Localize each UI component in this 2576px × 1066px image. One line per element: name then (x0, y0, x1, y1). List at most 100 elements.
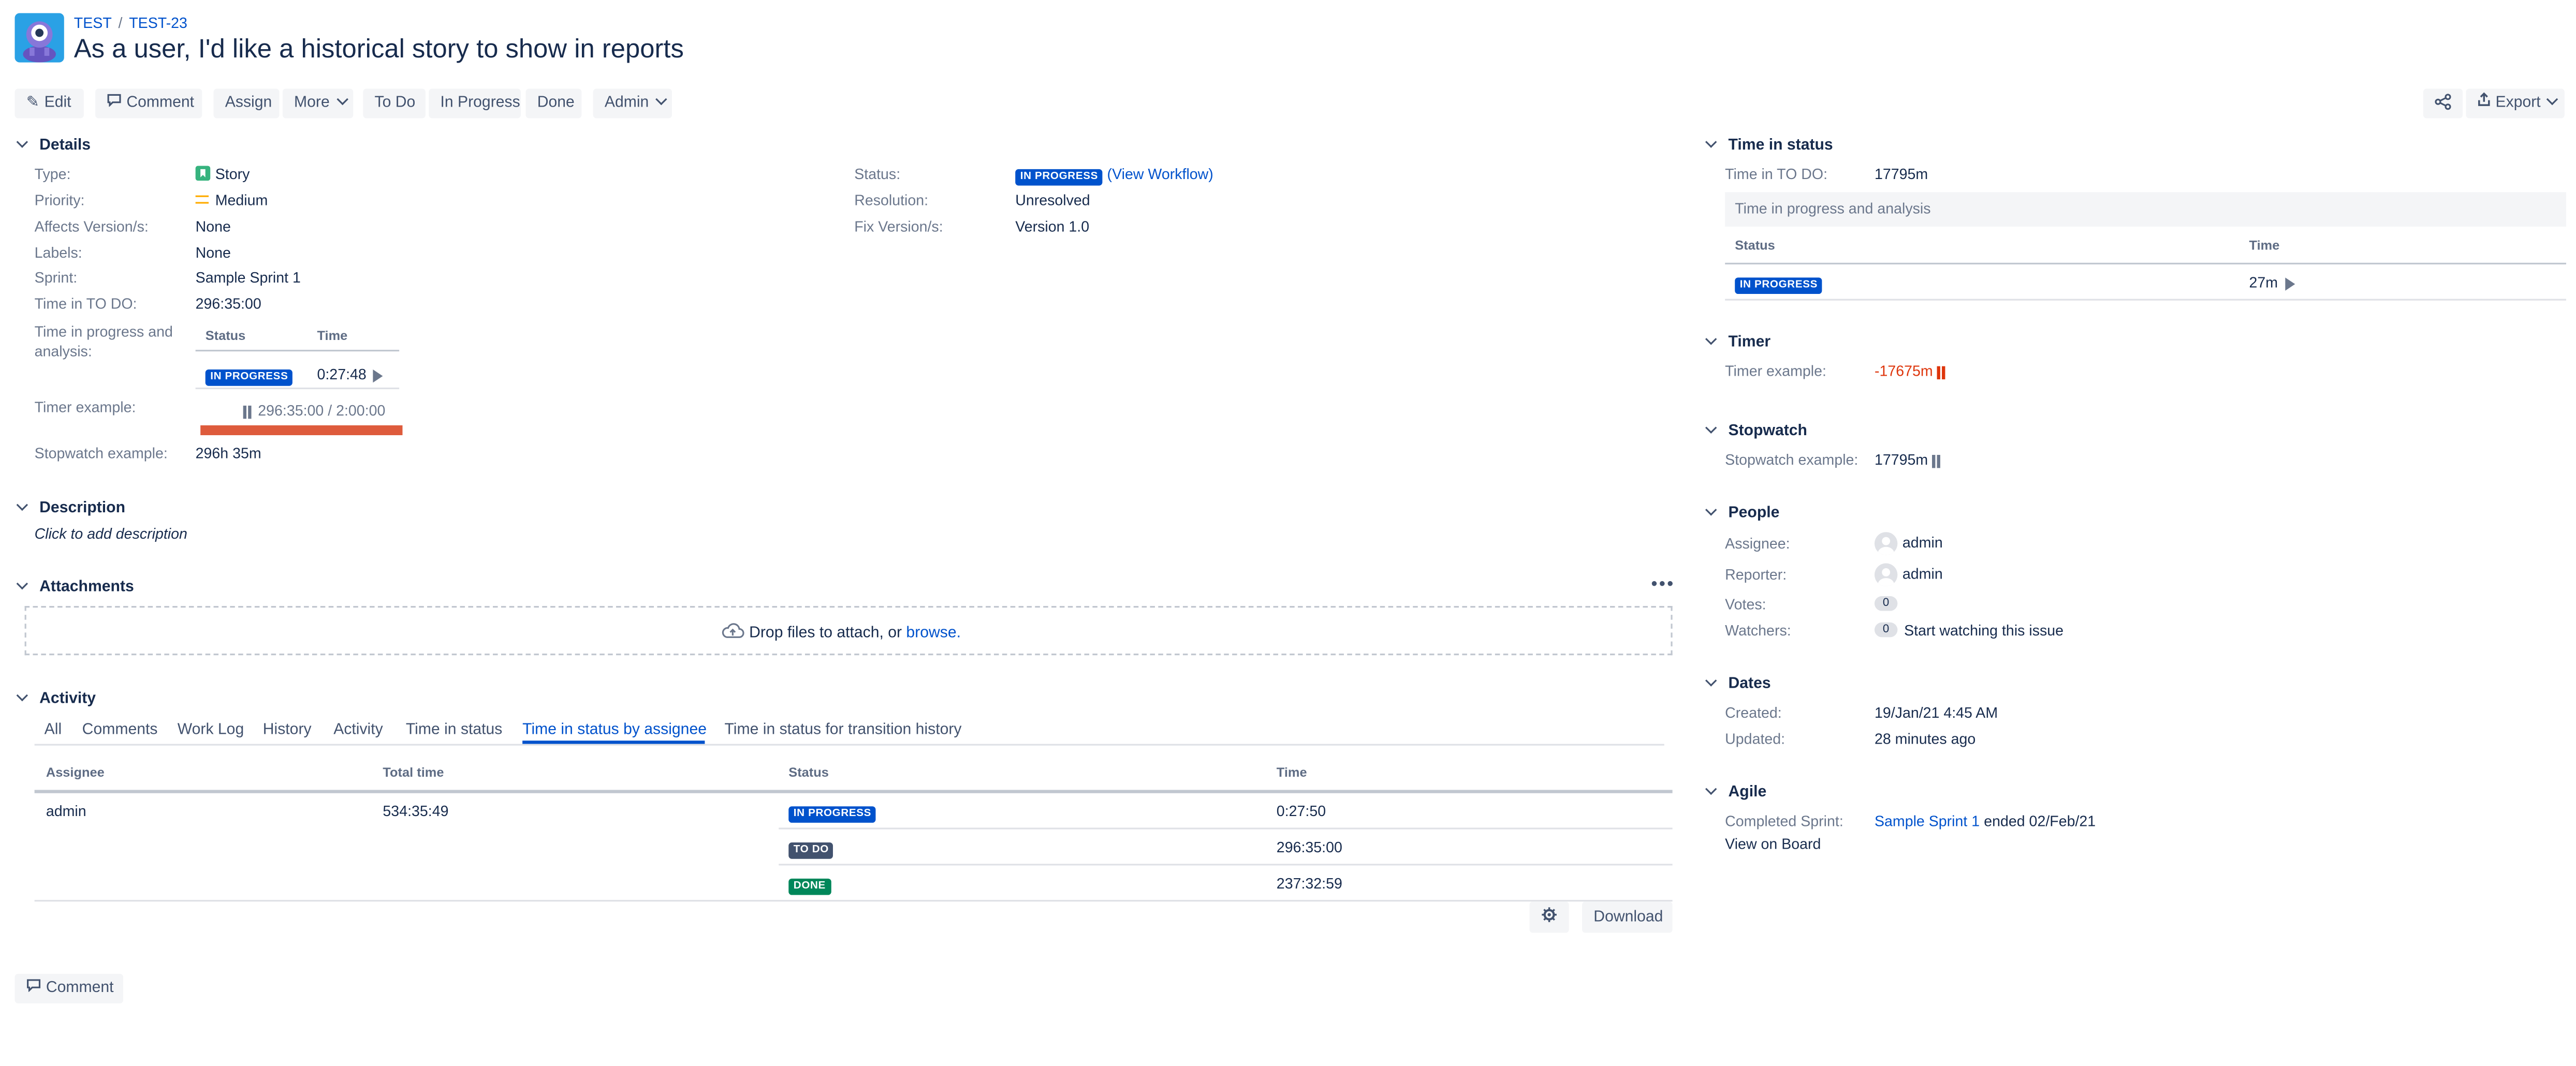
assignee-value[interactable]: admin (1874, 532, 1943, 555)
resolution-label: Resolution: (854, 192, 929, 209)
time-in-progress-analysis-label: Time in progress and analysis: (34, 323, 173, 360)
status-lozenge: TO DO (788, 839, 834, 859)
chevron-down-icon (1705, 422, 1717, 434)
share-icon (2435, 94, 2451, 111)
more-options-icon[interactable]: ••• (1651, 575, 1675, 595)
description-placeholder[interactable]: Click to add description (35, 526, 187, 542)
watchers-count[interactable]: 0 (1874, 622, 1898, 638)
pencil-icon: ✎ (26, 93, 40, 112)
chevron-down-icon (2547, 93, 2559, 106)
play-icon[interactable] (373, 368, 383, 382)
comment-icon (26, 974, 41, 1003)
start-watching-link[interactable]: Start watching this issue (1904, 623, 2063, 639)
description-header[interactable]: Description (16, 499, 125, 517)
column-header-status: Status (788, 765, 829, 780)
votes-label: Votes: (1725, 596, 1766, 613)
column-header-time: Time (1276, 765, 1307, 780)
pause-icon[interactable] (1932, 454, 1941, 468)
status-time-value: 0:27:50 (1276, 803, 1326, 820)
status-lozenge: IN PROGRESS (205, 366, 294, 386)
assignee-link[interactable]: admin (46, 803, 86, 820)
project-avatar[interactable] (14, 13, 64, 63)
more-button[interactable]: More (282, 88, 354, 119)
comment-button[interactable]: Comment (95, 88, 202, 119)
story-icon (195, 166, 211, 181)
dates-header[interactable]: Dates (1705, 675, 1771, 693)
view-on-board-link[interactable]: View on Board (1725, 836, 1821, 852)
status-lozenge: DONE (788, 875, 831, 895)
attachment-dropzone[interactable]: Drop files to attach, or browse. (24, 606, 1673, 656)
resolution-value: Unresolved (1015, 192, 1090, 209)
sprint-value[interactable]: Sample Sprint 1 (196, 269, 301, 286)
status-value: IN PROGRESS (View Workflow) (1015, 166, 1213, 186)
status-time-value: 237:32:59 (1276, 875, 1342, 892)
play-icon[interactable] (2284, 277, 2294, 290)
tab-history[interactable]: History (263, 721, 312, 739)
timer-example-value: -17675m (1875, 363, 1945, 379)
tab-time-in-status[interactable]: Time in status (406, 721, 503, 739)
time-in-progress-subheader: Time in progress and analysis (1725, 192, 2567, 227)
chevron-down-icon (16, 136, 28, 148)
votes-count[interactable]: 0 (1874, 596, 1898, 611)
status-time-value: 296:35:00 (1276, 839, 1342, 856)
time-in-status-header[interactable]: Time in status (1705, 136, 1833, 154)
user-avatar (1874, 563, 1898, 586)
sprint-label: Sprint: (34, 269, 78, 286)
details-header[interactable]: Details (16, 136, 91, 154)
assign-button[interactable]: Assign (213, 88, 280, 119)
pause-icon[interactable] (243, 405, 252, 419)
export-button[interactable]: Export (2466, 88, 2565, 119)
to-do-button[interactable]: To Do (363, 88, 426, 119)
chevron-down-icon (1705, 675, 1717, 687)
chevron-down-icon (655, 93, 667, 106)
assignee-label: Assignee: (1725, 535, 1790, 552)
download-button[interactable]: Download (1582, 901, 1673, 933)
stopwatch-header[interactable]: Stopwatch (1705, 422, 1807, 440)
stopwatch-example-label: Stopwatch example: (34, 445, 168, 462)
tab-time-in-status-by-assignee[interactable]: Time in status by assignee (522, 721, 707, 739)
timer-header[interactable]: Timer (1705, 333, 1770, 351)
comment-icon (107, 88, 122, 118)
breadcrumb-issue-key[interactable]: TEST-23 (129, 15, 187, 32)
priority-medium-icon (195, 195, 209, 204)
time-in-todo-value: 296:35:00 (195, 295, 261, 312)
timer-progress-bar (200, 425, 403, 435)
share-button[interactable] (2423, 88, 2463, 119)
in-progress-button[interactable]: In Progress (429, 88, 521, 119)
browse-link[interactable]: browse. (906, 624, 961, 642)
timer-readout: 296:35:00 / 2:00:00 (243, 403, 385, 419)
stopwatch-example-label: Stopwatch example: (1725, 451, 1858, 468)
table-settings-button[interactable] (1529, 901, 1569, 933)
tab-activity[interactable]: Activity (333, 721, 383, 739)
tab-all[interactable]: All (45, 721, 62, 739)
updated-label: Updated: (1725, 731, 1785, 747)
affects-version-label: Affects Version/s: (34, 218, 149, 235)
reporter-value[interactable]: admin (1874, 563, 1943, 586)
chevron-down-icon (16, 578, 28, 590)
affects-version-value[interactable]: None (196, 218, 231, 235)
admin-button[interactable]: Admin (593, 88, 672, 119)
sprint-link[interactable]: Sample Sprint 1 (1875, 813, 1980, 830)
status-lozenge: IN PROGRESS (1735, 274, 1823, 294)
issue-title[interactable]: As a user, I'd like a historical story t… (74, 36, 684, 66)
tab-time-in-status-transition-history[interactable]: Time in status for transition history (725, 721, 962, 739)
bottom-comment-button[interactable]: Comment (14, 973, 124, 1004)
type-value: Story (195, 166, 250, 182)
timer-example-label: Timer example: (34, 399, 136, 416)
total-time-value: 534:35:49 (383, 803, 449, 820)
edit-button[interactable]: ✎ Edit (14, 88, 84, 119)
tab-comments[interactable]: Comments (82, 721, 158, 739)
tab-work-log[interactable]: Work Log (178, 721, 244, 739)
activity-header[interactable]: Activity (16, 689, 96, 708)
labels-value[interactable]: None (196, 245, 231, 261)
fix-version-link[interactable]: Version 1.0 (1015, 218, 1089, 235)
pause-icon[interactable] (1937, 365, 1945, 379)
status-label: Status: (854, 166, 901, 183)
attachments-header[interactable]: Attachments (16, 578, 134, 596)
agile-header[interactable]: Agile (1705, 783, 1766, 802)
people-header[interactable]: People (1705, 504, 1779, 522)
done-button[interactable]: Done (525, 88, 582, 119)
breadcrumb-project[interactable]: TEST (74, 15, 112, 32)
view-workflow-link[interactable]: View Workflow (1112, 166, 1208, 183)
chevron-down-icon (16, 689, 28, 702)
